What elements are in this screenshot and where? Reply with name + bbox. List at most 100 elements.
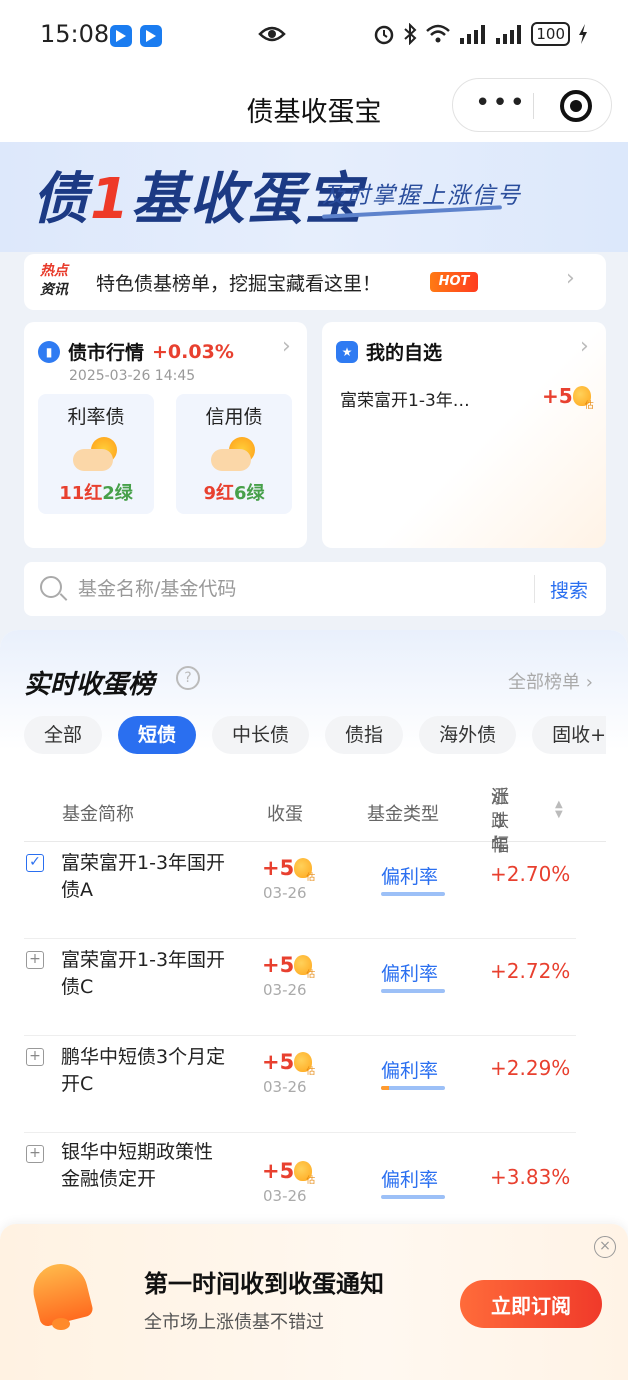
credit-bond-count: 9红6绿 — [203, 483, 265, 504]
fund-1y-change: +3.83% — [490, 1165, 571, 1189]
subscribe-button[interactable]: 立即订阅 — [460, 1280, 602, 1328]
hot-badge: HOT — [430, 272, 478, 292]
rate-bond-count: 11红2绿 — [59, 483, 133, 504]
hot-news-bar[interactable]: 热点 资讯 特色债基榜单，挖掘宝藏看这里！ HOT › — [24, 254, 606, 310]
header-fund-type: 基金类型 — [367, 804, 439, 825]
tab-bond-index[interactable]: 债指 — [325, 716, 404, 754]
watchlist-fund-name[interactable]: 富荣富开1-3年… — [340, 386, 470, 411]
table-header: 基金简称 收蛋 基金类型 近1年 涨跌幅 ▲ ▼ — [24, 780, 606, 856]
fund-1y-change: +2.70% — [490, 862, 571, 886]
tab-overseas-bond[interactable]: 海外债 — [419, 716, 517, 754]
credit-bond-item[interactable]: 信用债 9红6绿 — [176, 394, 292, 514]
egg-icon: 估 — [294, 1052, 315, 1077]
yield-date: 03-26 — [263, 1187, 307, 1205]
search-button[interactable]: 搜索 — [550, 576, 588, 603]
app-notification-icon — [140, 25, 162, 47]
close-miniprogram-icon[interactable] — [560, 90, 592, 122]
battery-indicator: 100 — [531, 22, 570, 46]
fund-name: 富荣富开1-3年国开债C — [61, 949, 226, 998]
egg-icon: 估 — [294, 858, 315, 883]
type-bar — [381, 1195, 445, 1199]
search-bar: 搜索 — [24, 562, 606, 616]
all-rankings-link[interactable]: 全部榜单 › — [508, 668, 593, 694]
yield-date: 03-26 — [263, 981, 307, 999]
chevron-right-icon: › — [282, 334, 291, 359]
chevron-right-icon: › — [566, 266, 575, 291]
egg-icon: 估 — [572, 386, 594, 411]
type-bar-fill — [381, 1086, 389, 1090]
search-icon — [40, 576, 62, 598]
close-icon[interactable]: × — [594, 1236, 616, 1258]
yield-date: 03-26 — [263, 884, 307, 902]
fund-name: 鹏华中短债3个月定开C — [61, 1046, 226, 1095]
search-input[interactable] — [78, 574, 478, 604]
watchlist-fund-yield: +5 估 — [542, 384, 594, 411]
ranking-title: 实时收蛋榜 — [24, 670, 155, 700]
nav-bar: 债基收蛋宝 ••• — [0, 72, 628, 142]
hero-banner: 债1基收蛋宝 及时掌握上涨信号 — [0, 142, 628, 252]
tab-short-bond[interactable]: 短债 — [118, 716, 197, 754]
type-bar — [381, 892, 445, 896]
sort-icon[interactable]: ▲ ▼ — [555, 800, 563, 820]
fund-yield: +5 估 — [262, 1050, 316, 1077]
tab-mid-long-bond[interactable]: 中长债 — [212, 716, 310, 754]
status-time: 15:08 — [40, 20, 110, 48]
hot-news-tag: 热点 资讯 — [40, 263, 68, 298]
fund-type: 偏利率 — [381, 866, 439, 888]
more-icon[interactable]: ••• — [475, 90, 527, 116]
category-tabs: 全部 短债 中长债 债指 海外债 固收+ — [24, 716, 606, 756]
subscribe-banner: × 第一时间收到收蛋通知 全市场上涨债基不错过 立即订阅 — [0, 1224, 628, 1380]
wifi-icon — [426, 24, 451, 43]
credit-bond-label: 信用债 — [205, 406, 263, 428]
checkbox-checked[interactable]: ✓ — [26, 854, 44, 872]
table-row[interactable]: ✓ 富荣富开1-3年国开债A +5 估 03-26 偏利率 +2.70% — [24, 842, 576, 939]
bookmark-icon: ★ — [336, 340, 358, 363]
fund-name: 富荣富开1-3年国开债A — [61, 852, 226, 901]
bell-icon — [26, 1256, 96, 1336]
tab-all[interactable]: 全部 — [24, 716, 103, 754]
market-title: 债市行情 — [68, 342, 145, 364]
hot-news-text: 特色债基榜单，挖掘宝藏看这里！ — [96, 273, 382, 295]
header-fund-name: 基金简称 — [62, 804, 134, 825]
capsule-divider — [533, 93, 534, 119]
sunny-cloud-icon — [207, 435, 261, 475]
fund-yield: +5 估 — [262, 856, 316, 883]
egg-icon: 估 — [294, 1161, 315, 1186]
status-bar: 15:08 100 — [0, 0, 628, 72]
type-bar — [381, 989, 445, 993]
charging-icon — [579, 24, 587, 44]
eye-icon — [258, 24, 286, 48]
app-notification-icon — [110, 25, 132, 47]
add-checkbox[interactable]: + — [26, 1048, 44, 1066]
header-yield: 收蛋 — [267, 804, 303, 825]
watchlist-card[interactable]: ★ 我的自选 › 富荣富开1-3年… +5 估 — [322, 322, 606, 548]
chevron-right-icon: › — [580, 334, 589, 359]
market-date: 2025-03-26 14:45 — [69, 368, 196, 384]
fund-type: 偏利率 — [381, 963, 439, 985]
watchlist-title: 我的自选 — [366, 342, 443, 364]
fund-yield: +5 估 — [262, 1159, 316, 1186]
miniprogram-capsule: ••• — [452, 78, 612, 132]
fund-name: 银华中短期政策性金融债定开 — [61, 1141, 214, 1190]
market-change: +0.03% — [152, 340, 234, 363]
subscribe-description: 全市场上涨债基不错过 — [144, 1312, 324, 1333]
fund-yield: +5 估 — [262, 953, 316, 980]
fund-type: 偏利率 — [381, 1169, 439, 1191]
tab-fixed-income-plus[interactable]: 固收+ — [532, 716, 606, 754]
signal-icon — [496, 25, 522, 44]
rate-bond-label: 利率债 — [67, 406, 125, 428]
table-row[interactable]: + 鹏华中短债3个月定开C +5 估 03-26 偏利率 +2.29% — [24, 1036, 576, 1133]
market-card[interactable]: ▮ 债市行情 +0.03% › 2025-03-26 14:45 利率债 11红… — [24, 322, 307, 548]
help-icon[interactable]: ? — [176, 666, 200, 690]
fund-type: 偏利率 — [381, 1060, 439, 1082]
add-checkbox[interactable]: + — [26, 951, 44, 969]
table-row[interactable]: + 富荣富开1-3年国开债C +5 估 03-26 偏利率 +2.72% — [24, 939, 576, 1036]
rate-bond-item[interactable]: 利率债 11红2绿 — [38, 394, 154, 514]
hero-title: 债1基收蛋宝 — [32, 167, 363, 232]
add-checkbox[interactable]: + — [26, 1145, 44, 1163]
egg-icon: 估 — [294, 955, 315, 980]
bluetooth-icon — [404, 23, 417, 45]
type-bar — [381, 1086, 445, 1090]
signal-icon — [460, 25, 486, 44]
status-icons: 100 — [373, 22, 588, 46]
